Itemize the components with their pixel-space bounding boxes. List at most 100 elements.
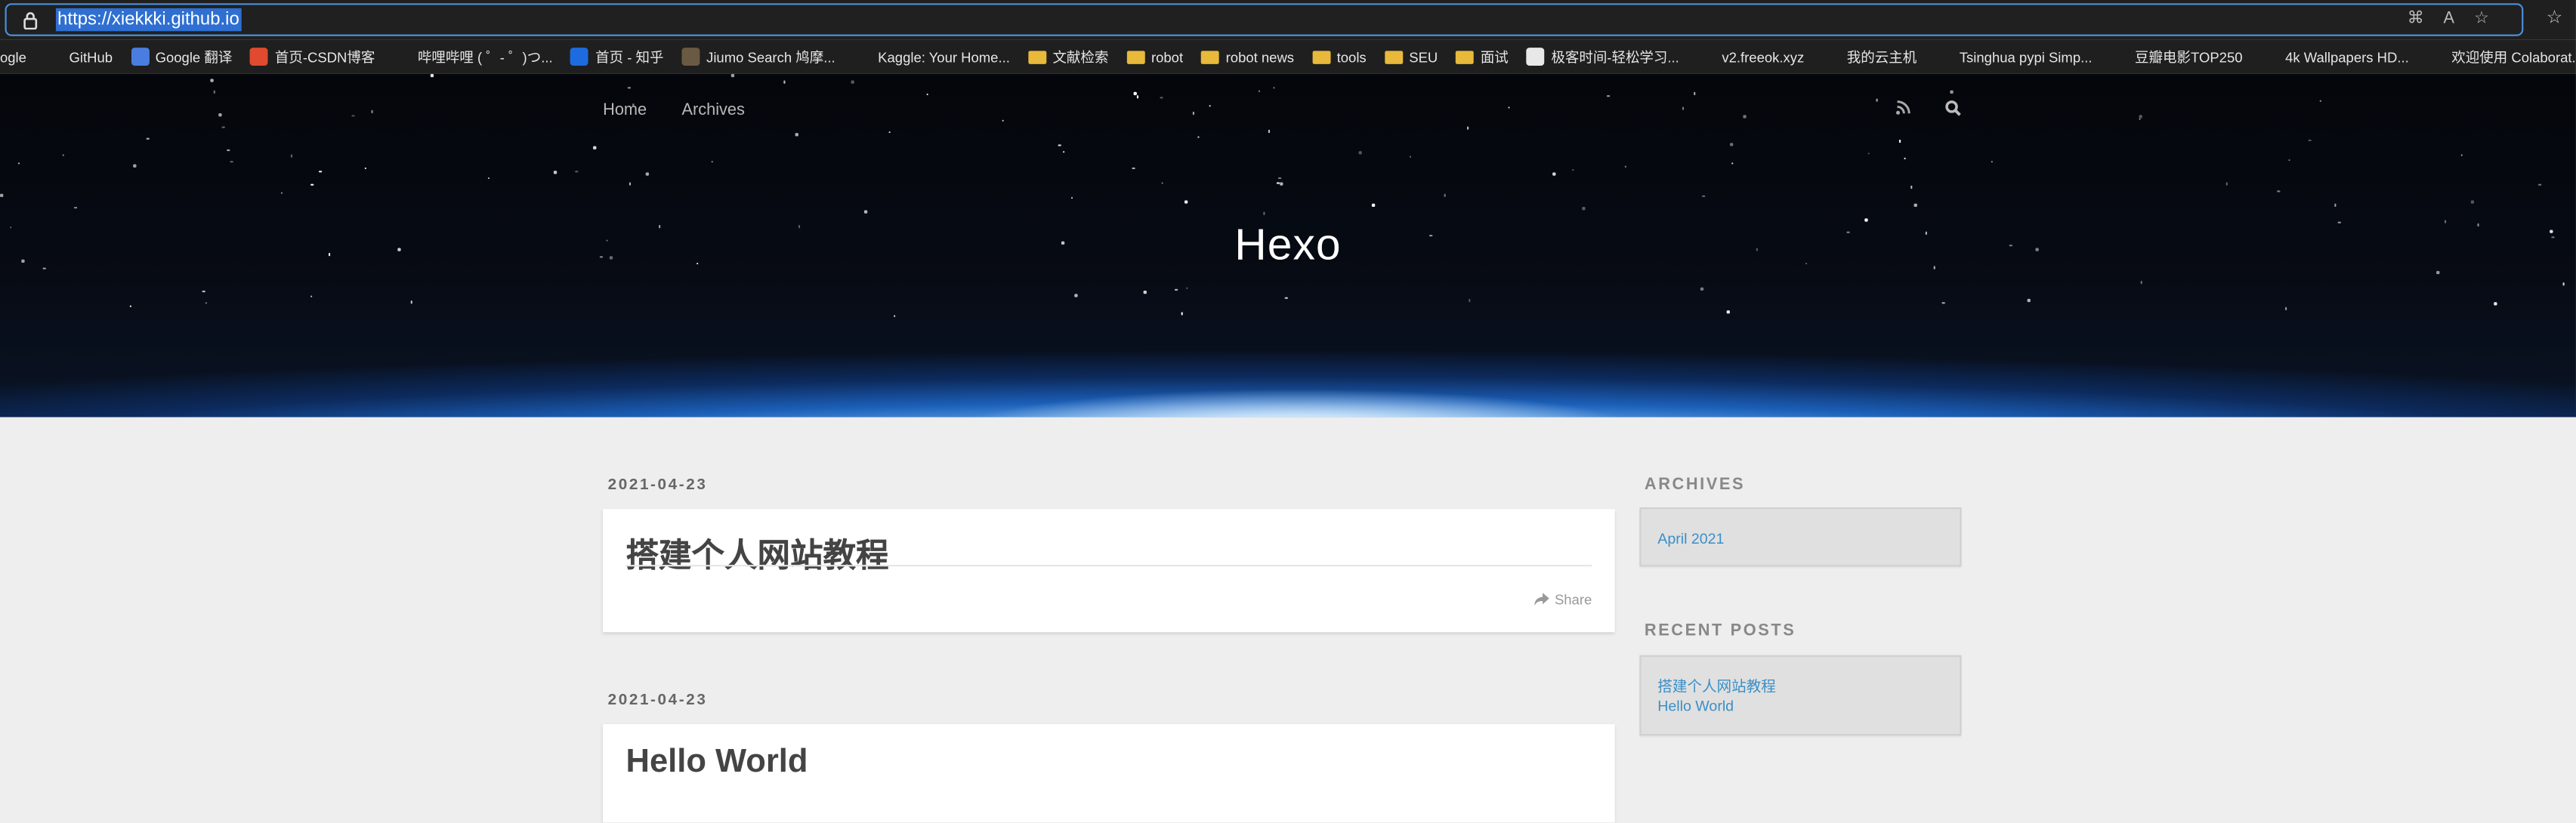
star-decoration bbox=[1744, 115, 1747, 119]
bookmark-item[interactable]: 豆瓣电影TOP250 bbox=[2110, 47, 2243, 66]
star-decoration bbox=[1058, 143, 1061, 146]
url-text[interactable]: https://xiekkki.github.io bbox=[55, 8, 241, 32]
bookmark-item[interactable]: GitHub bbox=[44, 48, 113, 66]
star-decoration bbox=[1700, 288, 1703, 291]
star-decoration bbox=[1062, 150, 1065, 154]
bookmark-item[interactable]: Kaggle: Your Home... bbox=[853, 48, 1010, 66]
bookmark-item[interactable]: SEU bbox=[1384, 48, 1438, 65]
star-decoration bbox=[210, 79, 214, 82]
add-favorite-icon[interactable]: ☆ bbox=[2474, 10, 2489, 28]
star-decoration bbox=[1607, 95, 1611, 98]
recent-posts-widget-title: RECENT POSTS bbox=[1644, 622, 1796, 641]
address-bar[interactable]: https://xiekkki.github.io ⌘ A ☆ bbox=[5, 3, 2524, 36]
csdn-icon bbox=[250, 48, 269, 66]
folder-icon bbox=[1201, 50, 1219, 63]
app-available-icon[interactable]: ⌘ bbox=[2408, 10, 2424, 28]
bookmark-item[interactable]: Jiumo Search 鸠摩... bbox=[681, 47, 836, 66]
star-decoration bbox=[645, 172, 648, 176]
bookmark-label: 豆瓣电影TOP250 bbox=[2135, 48, 2243, 65]
post-title[interactable]: Hello World bbox=[626, 744, 808, 781]
archive-link[interactable]: April 2021 bbox=[1657, 530, 1724, 547]
bookmark-item[interactable]: Google 翻译 bbox=[130, 47, 233, 66]
bookmark-item[interactable]: 4k Wallpapers HD... bbox=[2260, 48, 2409, 66]
star-decoration bbox=[1143, 291, 1147, 294]
star-decoration bbox=[1914, 203, 1917, 207]
colab-icon bbox=[2426, 48, 2445, 66]
star-decoration bbox=[1280, 183, 1283, 186]
nav-home[interactable]: Home bbox=[603, 102, 647, 120]
search-icon[interactable] bbox=[1945, 100, 1962, 117]
star-decoration bbox=[1272, 86, 1275, 90]
recent-post-link[interactable]: Hello World bbox=[1657, 698, 1734, 714]
star-decoration bbox=[1443, 193, 1447, 197]
bookmark-item[interactable]: 首页 - 知乎 bbox=[570, 47, 664, 66]
site-title[interactable]: Hexo bbox=[0, 220, 2576, 270]
star-decoration bbox=[2028, 299, 2031, 302]
star-decoration bbox=[628, 183, 632, 186]
star-decoration bbox=[1136, 96, 1139, 99]
bookmark-label: 我的云主机 bbox=[1846, 48, 1917, 65]
star-decoration bbox=[290, 154, 293, 158]
star-decoration bbox=[1191, 112, 1195, 116]
star-decoration bbox=[2538, 183, 2542, 186]
folder-icon bbox=[1384, 50, 1403, 63]
bookmark-item[interactable]: 首页-CSDN博客 bbox=[250, 47, 375, 66]
bookmark-label: 首页 - 知乎 bbox=[595, 48, 664, 65]
star-decoration bbox=[1284, 297, 1288, 300]
bookmark-label: v2.freeok.xyz bbox=[1722, 48, 1805, 65]
douban-icon bbox=[2110, 48, 2129, 66]
favorites-icon[interactable]: ☆ bbox=[2547, 7, 2569, 29]
bookmark-item[interactable]: robot bbox=[1126, 48, 1183, 65]
bilibili-icon bbox=[393, 48, 412, 66]
star-decoration bbox=[1941, 301, 1944, 304]
bookmark-item[interactable]: ogle bbox=[0, 48, 26, 65]
star-decoration bbox=[370, 109, 373, 113]
bookmarks-bar: ogle GitHub Google 翻译 首页-CSDN博客 哔哩哔哩 ( ゜- ゜)… bbox=[0, 39, 2576, 74]
bookmark-item[interactable]: 极客时间-轻松学习... bbox=[1526, 47, 1679, 66]
star-decoration bbox=[1181, 312, 1184, 315]
read-aloud-icon[interactable]: A bbox=[2444, 10, 2455, 28]
geektime-icon bbox=[1526, 48, 1545, 66]
rss-icon[interactable] bbox=[1895, 100, 1911, 116]
star-decoration bbox=[1469, 298, 1472, 302]
recent-post-link[interactable]: 搭建个人网站教程 bbox=[1657, 675, 1776, 696]
bookmark-item[interactable]: 欢迎使用 Colaborat... bbox=[2426, 47, 2576, 66]
bookmark-item[interactable]: 面试 bbox=[1456, 47, 1509, 66]
bookmark-item[interactable]: 我的云主机 bbox=[1822, 47, 1917, 66]
star-decoration bbox=[2309, 139, 2312, 142]
star-decoration bbox=[730, 73, 734, 77]
star-decoration bbox=[1175, 288, 1178, 291]
bookmark-label: Google 翻译 bbox=[155, 48, 233, 65]
bookmark-item[interactable]: 哔哩哔哩 ( ゜- ゜)つ... bbox=[393, 47, 553, 66]
bookmark-item[interactable]: Tsinghua pypi Simp... bbox=[1935, 48, 2093, 66]
star-decoration bbox=[893, 314, 896, 317]
star-decoration bbox=[2284, 307, 2287, 310]
bookmark-label: SEU bbox=[1409, 48, 1438, 65]
share-button[interactable]: Share bbox=[1534, 591, 1592, 608]
star-decoration bbox=[1002, 119, 1005, 122]
star-decoration bbox=[431, 74, 434, 78]
bookmark-label: 面试 bbox=[1480, 48, 1509, 65]
bookmark-label: Tsinghua pypi Simp... bbox=[1959, 48, 2093, 65]
browser-toolbar: https://xiekkki.github.io ⌘ A ☆ ☆ bbox=[0, 0, 2576, 40]
star-decoration bbox=[230, 160, 233, 164]
star-decoration bbox=[1278, 177, 1281, 180]
nav-archives[interactable]: Archives bbox=[682, 102, 745, 120]
star-decoration bbox=[593, 146, 596, 149]
bookmark-item[interactable]: robot news bbox=[1201, 48, 1294, 65]
post-title[interactable]: 搭建个人网站教程 bbox=[626, 529, 889, 576]
star-decoration bbox=[1466, 127, 1469, 130]
folder-icon bbox=[1456, 50, 1475, 63]
bookmark-item[interactable]: 文献检索 bbox=[1027, 47, 1108, 66]
bookmark-item[interactable]: tools bbox=[1312, 48, 1367, 65]
post-card: 搭建个人网站教程 Share bbox=[603, 509, 1615, 633]
star-decoration bbox=[2494, 302, 2497, 305]
star-decoration bbox=[1991, 160, 1994, 163]
star-decoration bbox=[864, 211, 867, 214]
star-decoration bbox=[1731, 162, 1734, 165]
star-decoration bbox=[2562, 282, 2565, 285]
bookmark-item[interactable]: v2.freeok.xyz bbox=[1697, 48, 1805, 66]
star-decoration bbox=[1160, 96, 1163, 99]
google-translate-icon bbox=[130, 48, 149, 66]
star-decoration bbox=[128, 305, 131, 308]
